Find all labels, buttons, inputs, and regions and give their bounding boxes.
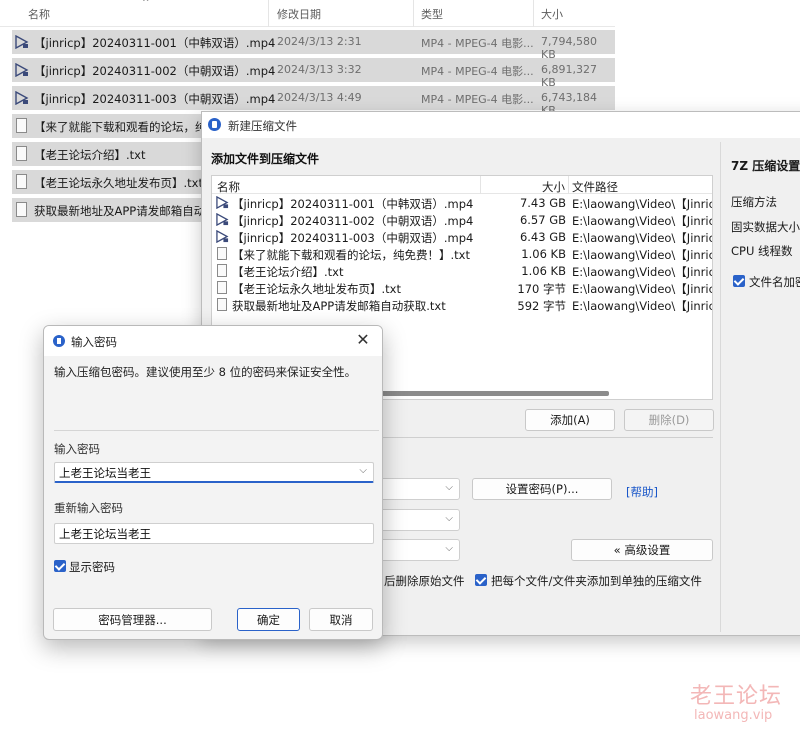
column-separator[interactable] <box>568 176 569 194</box>
text-file-icon <box>16 202 27 217</box>
explorer-file-row[interactable]: 【老王论坛介绍】.txt <box>12 142 202 166</box>
explorer-file-row[interactable]: 【jinricp】20240311-003（中朝双语）.mp4 2024/3/1… <box>12 86 615 117</box>
column-type[interactable]: 类型 <box>421 6 443 22</box>
archive-heading: 添加文件到压缩文件 <box>211 152 320 166</box>
explorer-file-row[interactable]: 【老王论坛永久地址发布页】.txt <box>12 170 203 194</box>
advanced-settings-button[interactable]: « 高级设置 <box>571 539 713 561</box>
password-dialog: 输入密码 ✕ 输入压缩包密码。建议使用至少 8 位的密码来保证安全性。 输入密码… <box>43 325 383 640</box>
password-label: 输入密码 <box>54 442 100 456</box>
video-file-icon <box>15 91 29 105</box>
text-file-icon <box>217 281 227 294</box>
ok-button[interactable]: 确定 <box>237 608 300 631</box>
column-separator[interactable] <box>533 0 534 27</box>
chevron-down-icon[interactable]: ⌵ <box>359 465 367 476</box>
explorer-file-row[interactable]: 【jinricp】20240311-002（中朝双语）.mp4 2024/3/1… <box>12 58 615 89</box>
file-list-row[interactable]: 【老王论坛介绍】.txt 1.06 KB E:\laowang\Video\【J… <box>212 262 712 279</box>
file-list-row[interactable]: 获取最新地址及APP请发邮箱自动获取.txt 592 字节 E:\laowang… <box>212 296 712 313</box>
file-list-row[interactable]: 【老王论坛永久地址发布页】.txt 170 字节 E:\laowang\Vide… <box>212 279 712 296</box>
video-file-icon <box>216 230 229 243</box>
dialog-divider <box>54 430 379 431</box>
password-dialog-title: 输入密码 <box>71 335 117 349</box>
bandizip-icon <box>208 118 221 131</box>
explorer-file-row[interactable]: 获取最新地址及APP请发邮箱自动获 <box>12 198 217 222</box>
add-button[interactable]: 添加(A) <box>525 409 615 431</box>
password-input[interactable]: 上老王论坛当老王 ⌵ <box>54 462 374 483</box>
password-manager-button[interactable]: 密码管理器... <box>53 608 212 631</box>
text-file-icon <box>16 146 27 161</box>
compression-method-label: 压缩方法 <box>731 195 777 209</box>
chevron-down-icon: ⌵ <box>445 482 453 493</box>
video-file-icon <box>216 196 229 209</box>
video-file-icon <box>216 213 229 226</box>
file-list-row[interactable]: 【来了就能下载和观看的论坛，纯免费！】.txt 1.06 KB E:\laowa… <box>212 245 712 262</box>
file-list-header: 名称 大小 文件路径 <box>212 176 712 194</box>
text-file-icon <box>217 247 227 260</box>
sort-up-icon: ^ <box>142 0 150 8</box>
file-list-row[interactable]: 【jinricp】20240311-003（中朝双语）.mp4 6.43 GB … <box>212 228 712 245</box>
column-separator[interactable] <box>413 0 414 27</box>
chevron-down-icon: ⌵ <box>445 543 453 554</box>
column-separator[interactable] <box>268 0 269 27</box>
checkbox-icon[interactable] <box>54 560 66 572</box>
column-separator[interactable] <box>480 176 481 194</box>
checkbox-icon[interactable] <box>733 275 745 287</box>
reenter-password-label: 重新输入密码 <box>54 501 123 515</box>
reenter-password-input[interactable]: 上老王论坛当老王 <box>54 523 374 544</box>
text-file-icon <box>217 264 227 277</box>
text-file-icon <box>16 174 27 189</box>
delete-button[interactable]: 删除(D) <box>624 409 714 431</box>
encrypt-names-label[interactable]: 文件名加密 <box>749 274 800 290</box>
column-date[interactable]: 修改日期 <box>277 6 321 22</box>
password-hint-message: 输入压缩包密码。建议使用至少 8 位的密码来保证安全性。 <box>54 365 357 379</box>
file-list-row[interactable]: 【jinricp】20240311-002（中朝双语）.mp4 6.57 GB … <box>212 211 712 228</box>
archive-window-titlebar[interactable]: 新建压缩文件 <box>202 112 800 138</box>
watermark-url: laowang.vip <box>694 708 773 723</box>
archive-window-title: 新建压缩文件 <box>228 119 297 133</box>
file-list-col-size[interactable]: 大小 <box>542 179 565 195</box>
explorer-file-row[interactable]: 【jinricp】20240311-001（中韩双语）.mp4 2024/3/1… <box>12 30 615 61</box>
column-size[interactable]: 大小 <box>541 6 563 22</box>
solid-block-label: 固实数据大小 <box>731 220 800 234</box>
set-password-button[interactable]: 设置密码(P)... <box>472 478 612 500</box>
explorer-file-row[interactable]: 【来了就能下载和观看的论坛，纯免 <box>12 114 218 138</box>
chevron-down-icon: ⌵ <box>445 513 453 524</box>
file-list-row[interactable]: 【jinricp】20240311-001（中韩双语）.mp4 7.43 GB … <box>212 194 712 211</box>
7z-settings-title: 7Z 压缩设置 <box>731 159 800 173</box>
cpu-threads-label: CPU 线程数 <box>731 244 793 258</box>
separate-archives-label[interactable]: 把每个文件/文件夹添加到单独的压缩文件 <box>491 573 702 589</box>
file-list-col-path[interactable]: 文件路径 <box>572 179 618 195</box>
bandizip-icon <box>53 335 65 347</box>
7z-settings-panel: 7Z 压缩设置 压缩方法 固实数据大小 CPU 线程数 文件名加密 <box>720 142 800 632</box>
explorer-column-header: ^ 名称 修改日期 类型 大小 <box>0 0 615 27</box>
help-link[interactable]: [帮助] <box>626 484 658 500</box>
text-file-icon <box>217 298 227 311</box>
file-list-col-name[interactable]: 名称 <box>217 179 240 195</box>
cancel-button[interactable]: 取消 <box>309 608 373 631</box>
delete-source-label[interactable]: 后删除原始文件 <box>384 573 465 589</box>
watermark-logo-text: 老王论坛 <box>690 684 783 709</box>
close-icon[interactable]: ✕ <box>354 330 372 349</box>
video-file-icon <box>15 63 29 77</box>
password-dialog-titlebar[interactable]: 输入密码 ✕ <box>44 326 382 356</box>
checkbox-icon[interactable] <box>475 574 487 586</box>
video-file-icon <box>15 35 29 49</box>
column-name[interactable]: 名称 <box>28 6 50 22</box>
text-file-icon <box>16 118 27 133</box>
horizontal-scrollbar[interactable] <box>377 391 609 396</box>
show-password-label[interactable]: 显示密码 <box>69 559 115 575</box>
